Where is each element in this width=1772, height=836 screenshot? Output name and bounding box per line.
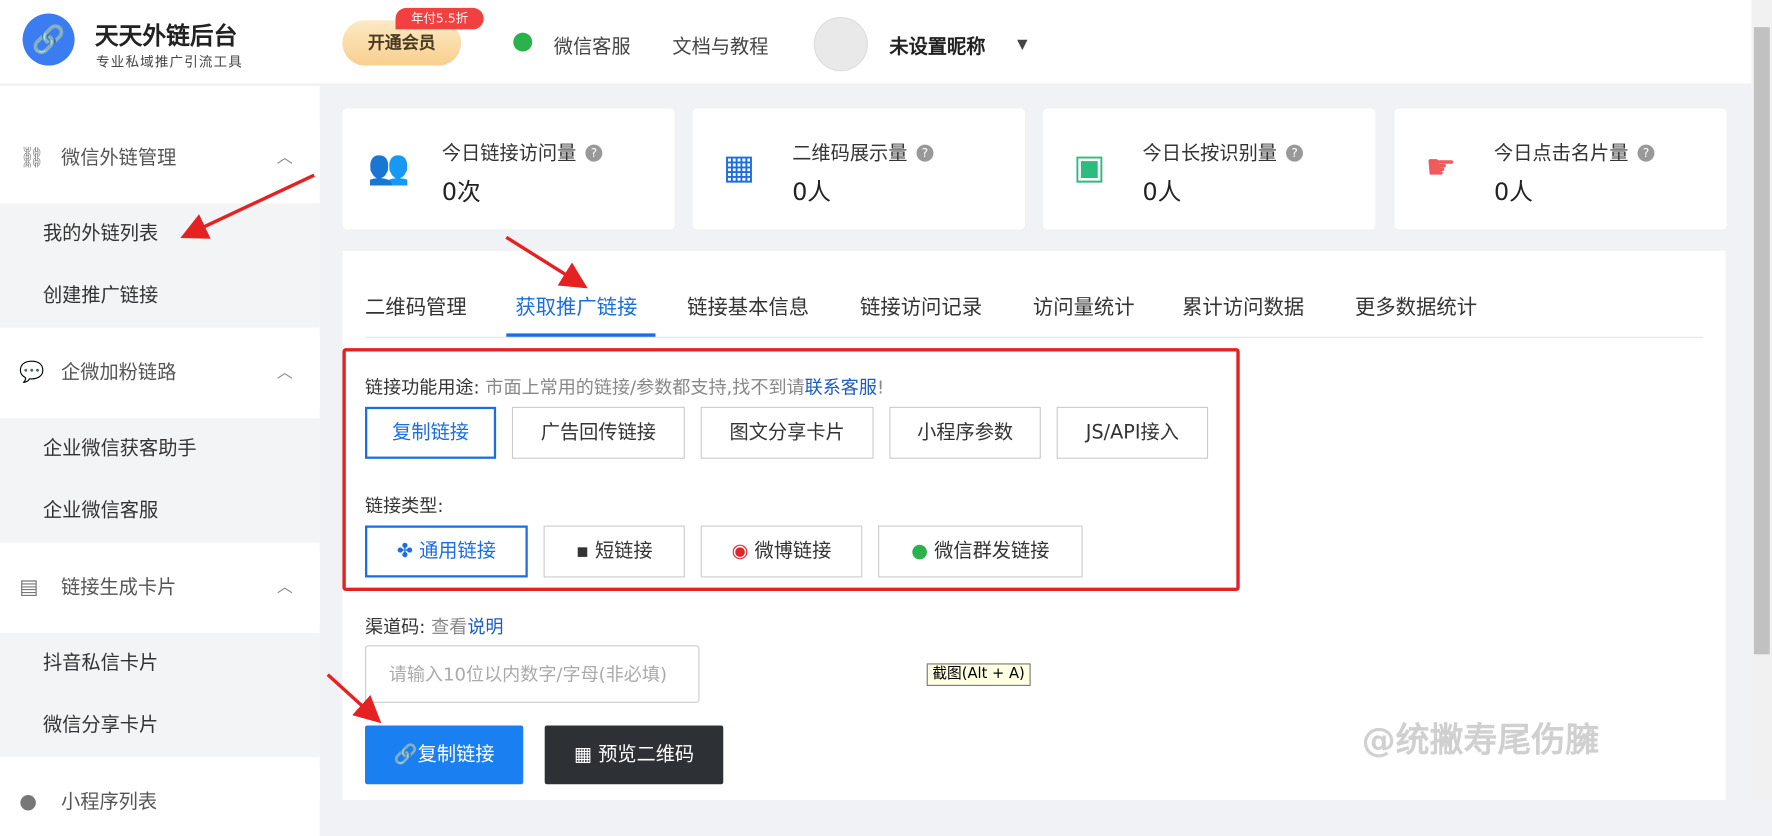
purpose-row: 链接功能用途: 市面上常用的链接/参数都支持,找不到请联系客服! <box>365 372 884 399</box>
btn-label: 微信群发链接 <box>934 540 1050 563</box>
group-label: 企微加粉链路 <box>61 361 177 385</box>
stat-card-scan: ▣ 今日长按识别量? 0人 <box>1043 108 1376 230</box>
chevron-up-icon: ︿ <box>276 149 293 168</box>
chat-icon: 💬 <box>19 360 45 385</box>
avatar[interactable] <box>813 16 868 72</box>
tab-visit-stats[interactable]: 访问量统计 <box>1033 292 1135 321</box>
grid-icon: ✤ <box>396 540 420 563</box>
btn-label: 预览二维码 <box>598 743 695 767</box>
brand-title: 天天外链后台 <box>94 22 238 50</box>
stat-value: 0人 <box>1493 178 1533 206</box>
link-type-label: 链接类型: <box>365 494 444 517</box>
type-short[interactable]: ▪ 短链接 <box>543 525 685 578</box>
purpose-share-card[interactable]: 图文分享卡片 <box>700 406 874 459</box>
sidebar-item-douyin-card[interactable]: 抖音私信卡片 <box>0 633 320 695</box>
tab-qr-management[interactable]: 二维码管理 <box>365 292 467 321</box>
stat-value: 0次 <box>441 178 481 206</box>
purpose-ad-callback[interactable]: 广告回传链接 <box>511 406 685 459</box>
purpose-miniprogram[interactable]: 小程序参数 <box>889 406 1041 459</box>
sidebar-item-wecom-assistant[interactable]: 企业微信获客助手 <box>0 418 320 480</box>
channel-label: 渠道码: <box>365 615 426 638</box>
scrollbar-thumb[interactable] <box>1753 27 1770 655</box>
sidebar-group-cards[interactable]: ▤ 链接生成卡片 ︿ <box>0 553 320 622</box>
sidebar-item-my-links[interactable]: 我的外链列表 <box>0 203 320 265</box>
brand-subtitle: 专业私域推广引流工具 <box>96 54 243 71</box>
tab-get-link[interactable]: 获取推广链接 <box>515 292 637 321</box>
wechat-icon: ● <box>911 540 935 563</box>
stat-label: 今日点击名片量 <box>1493 142 1629 165</box>
copy-link-button[interactable]: 🔗复制链接 <box>365 725 524 785</box>
top-header <box>0 0 1752 85</box>
vip-discount-badge: 年付5.5折 <box>395 7 484 30</box>
group-label: 微信外链管理 <box>61 146 177 170</box>
chevron-up-icon: ︿ <box>276 363 293 382</box>
tab-divider <box>365 336 1704 338</box>
sidebar-item-wecom-service[interactable]: 企业微信客服 <box>0 480 320 542</box>
wechat-icon: ● <box>511 27 534 56</box>
caret-down-icon[interactable]: ▼ <box>1017 36 1027 52</box>
screenshot-tooltip: 截图(Alt + A) <box>926 663 1031 686</box>
btn-label: 复制链接 <box>417 743 495 767</box>
btn-label: 短链接 <box>594 540 653 563</box>
chevron-up-icon: ︿ <box>276 578 293 597</box>
stat-label: 今日长按识别量 <box>1142 142 1278 165</box>
help-icon[interactable]: ? <box>1637 144 1655 162</box>
stat-card-link-visits: 👥 今日链接访问量? 0次 <box>342 108 675 230</box>
stat-card-qr-views: ▦ 二维码展示量? 0人 <box>692 108 1026 230</box>
sidebar-group-wecom[interactable]: 💬 企微加粉链路 ︿ <box>0 339 320 407</box>
miniprogram-icon: ● <box>19 789 37 814</box>
id-card-icon: ▤ <box>19 575 39 599</box>
preview-qr-button[interactable]: ▦ 预览二维码 <box>544 725 724 785</box>
stat-value: 0人 <box>792 178 832 206</box>
type-weibo[interactable]: ◉ 微博链接 <box>700 525 863 578</box>
channel-code-input[interactable]: 请输入10位以内数字/字母(非必填) <box>365 645 700 703</box>
purpose-js-api[interactable]: JS/API接入 <box>1056 406 1209 459</box>
sidebar-group-miniprogram[interactable]: ● 小程序列表 <box>0 768 320 836</box>
channel-explain-link[interactable]: 说明 <box>467 616 503 637</box>
active-tab-indicator <box>506 333 656 337</box>
scan-icon: ▣ <box>1073 148 1106 188</box>
pointing-hand-icon: ☛ <box>1425 148 1457 188</box>
qrcode-icon: ▦ <box>573 743 599 767</box>
tab-more-stats[interactable]: 更多数据统计 <box>1355 292 1477 321</box>
sidebar-item-create-link[interactable]: 创建推广链接 <box>0 266 320 328</box>
help-icon[interactable]: ? <box>585 144 603 162</box>
purpose-hint: 市面上常用的链接/参数都支持,找不到请 <box>485 376 805 398</box>
wechat-service-link[interactable]: 微信客服 <box>554 31 631 59</box>
purpose-bang: ! <box>876 376 885 398</box>
link-icon: 🔗 <box>393 743 418 767</box>
stat-label: 今日链接访问量 <box>441 142 577 165</box>
qrcode-icon: ▦ <box>723 148 756 188</box>
group-label: 链接生成卡片 <box>61 576 177 599</box>
group-label: 小程序列表 <box>61 791 158 814</box>
purpose-copy-link[interactable]: 复制链接 <box>365 406 497 459</box>
watermark: @统撇寿尾伤臃 <box>1361 721 1600 761</box>
weibo-icon: ◉ <box>731 540 755 563</box>
type-wechat-mass[interactable]: ● 微信群发链接 <box>878 525 1083 578</box>
sidebar: ⛓ 微信外链管理 ︿ 我的外链列表 创建推广链接 💬 企微加粉链路 ︿ 企业微信获客助手… <box>0 85 320 836</box>
btn-label: 通用链接 <box>419 540 496 563</box>
channel-view: 查看 <box>431 615 468 638</box>
message-icon: ▪ <box>575 540 595 563</box>
sidebar-group-wechat-links[interactable]: ⛓ 微信外链管理 ︿ <box>0 124 320 193</box>
btn-label: 微博链接 <box>754 540 832 563</box>
channel-row: 渠道码: 查看说明 <box>365 611 503 638</box>
stat-value: 0人 <box>1142 178 1182 206</box>
stat-card-card-clicks: ☛ 今日点击名片量? 0人 <box>1394 108 1727 230</box>
stat-label: 二维码展示量 <box>792 142 908 165</box>
docs-link[interactable]: 文档与教程 <box>672 31 768 59</box>
type-universal[interactable]: ✤ 通用链接 <box>365 525 528 578</box>
sidebar-item-wechat-card[interactable]: 微信分享卡片 <box>0 695 320 757</box>
purpose-label: 链接功能用途: <box>365 376 480 398</box>
link-icon: ⛓ <box>19 145 46 170</box>
contact-service-link[interactable]: 联系客服 <box>805 376 877 397</box>
username[interactable]: 未设置昵称 <box>889 31 985 59</box>
link-logo-icon[interactable]: 🔗 <box>22 13 75 66</box>
tab-visit-log[interactable]: 链接访问记录 <box>860 292 982 321</box>
tab-cumulative[interactable]: 累计访问数据 <box>1182 292 1304 321</box>
help-icon[interactable]: ? <box>916 144 934 162</box>
help-icon[interactable]: ? <box>1286 144 1304 162</box>
tab-link-info[interactable]: 链接基本信息 <box>687 292 809 321</box>
users-icon: 👥 <box>367 148 410 188</box>
